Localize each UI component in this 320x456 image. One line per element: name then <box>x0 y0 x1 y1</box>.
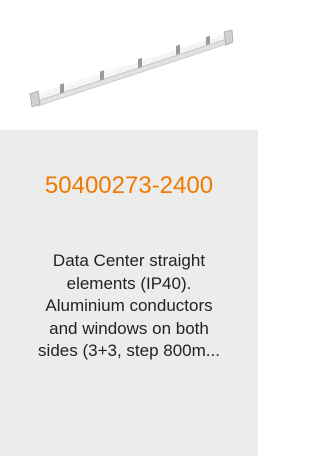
description-line: and windows on both <box>49 318 209 338</box>
product-card[interactable]: 50400273-2400 Data Center straight eleme… <box>0 0 258 456</box>
product-code[interactable]: 50400273-2400 <box>0 172 258 200</box>
product-image[interactable] <box>0 0 258 130</box>
busbar-straight-element-icon <box>29 29 234 108</box>
product-description: Data Center straight elements (IP40). Al… <box>2 250 256 363</box>
description-line: sides (3+3, step 800m... <box>38 341 220 360</box>
description-line: Aluminium conductors <box>45 296 213 315</box>
description-line: Data Center straight <box>52 251 206 270</box>
description-line: elements (IP40). <box>66 273 192 293</box>
